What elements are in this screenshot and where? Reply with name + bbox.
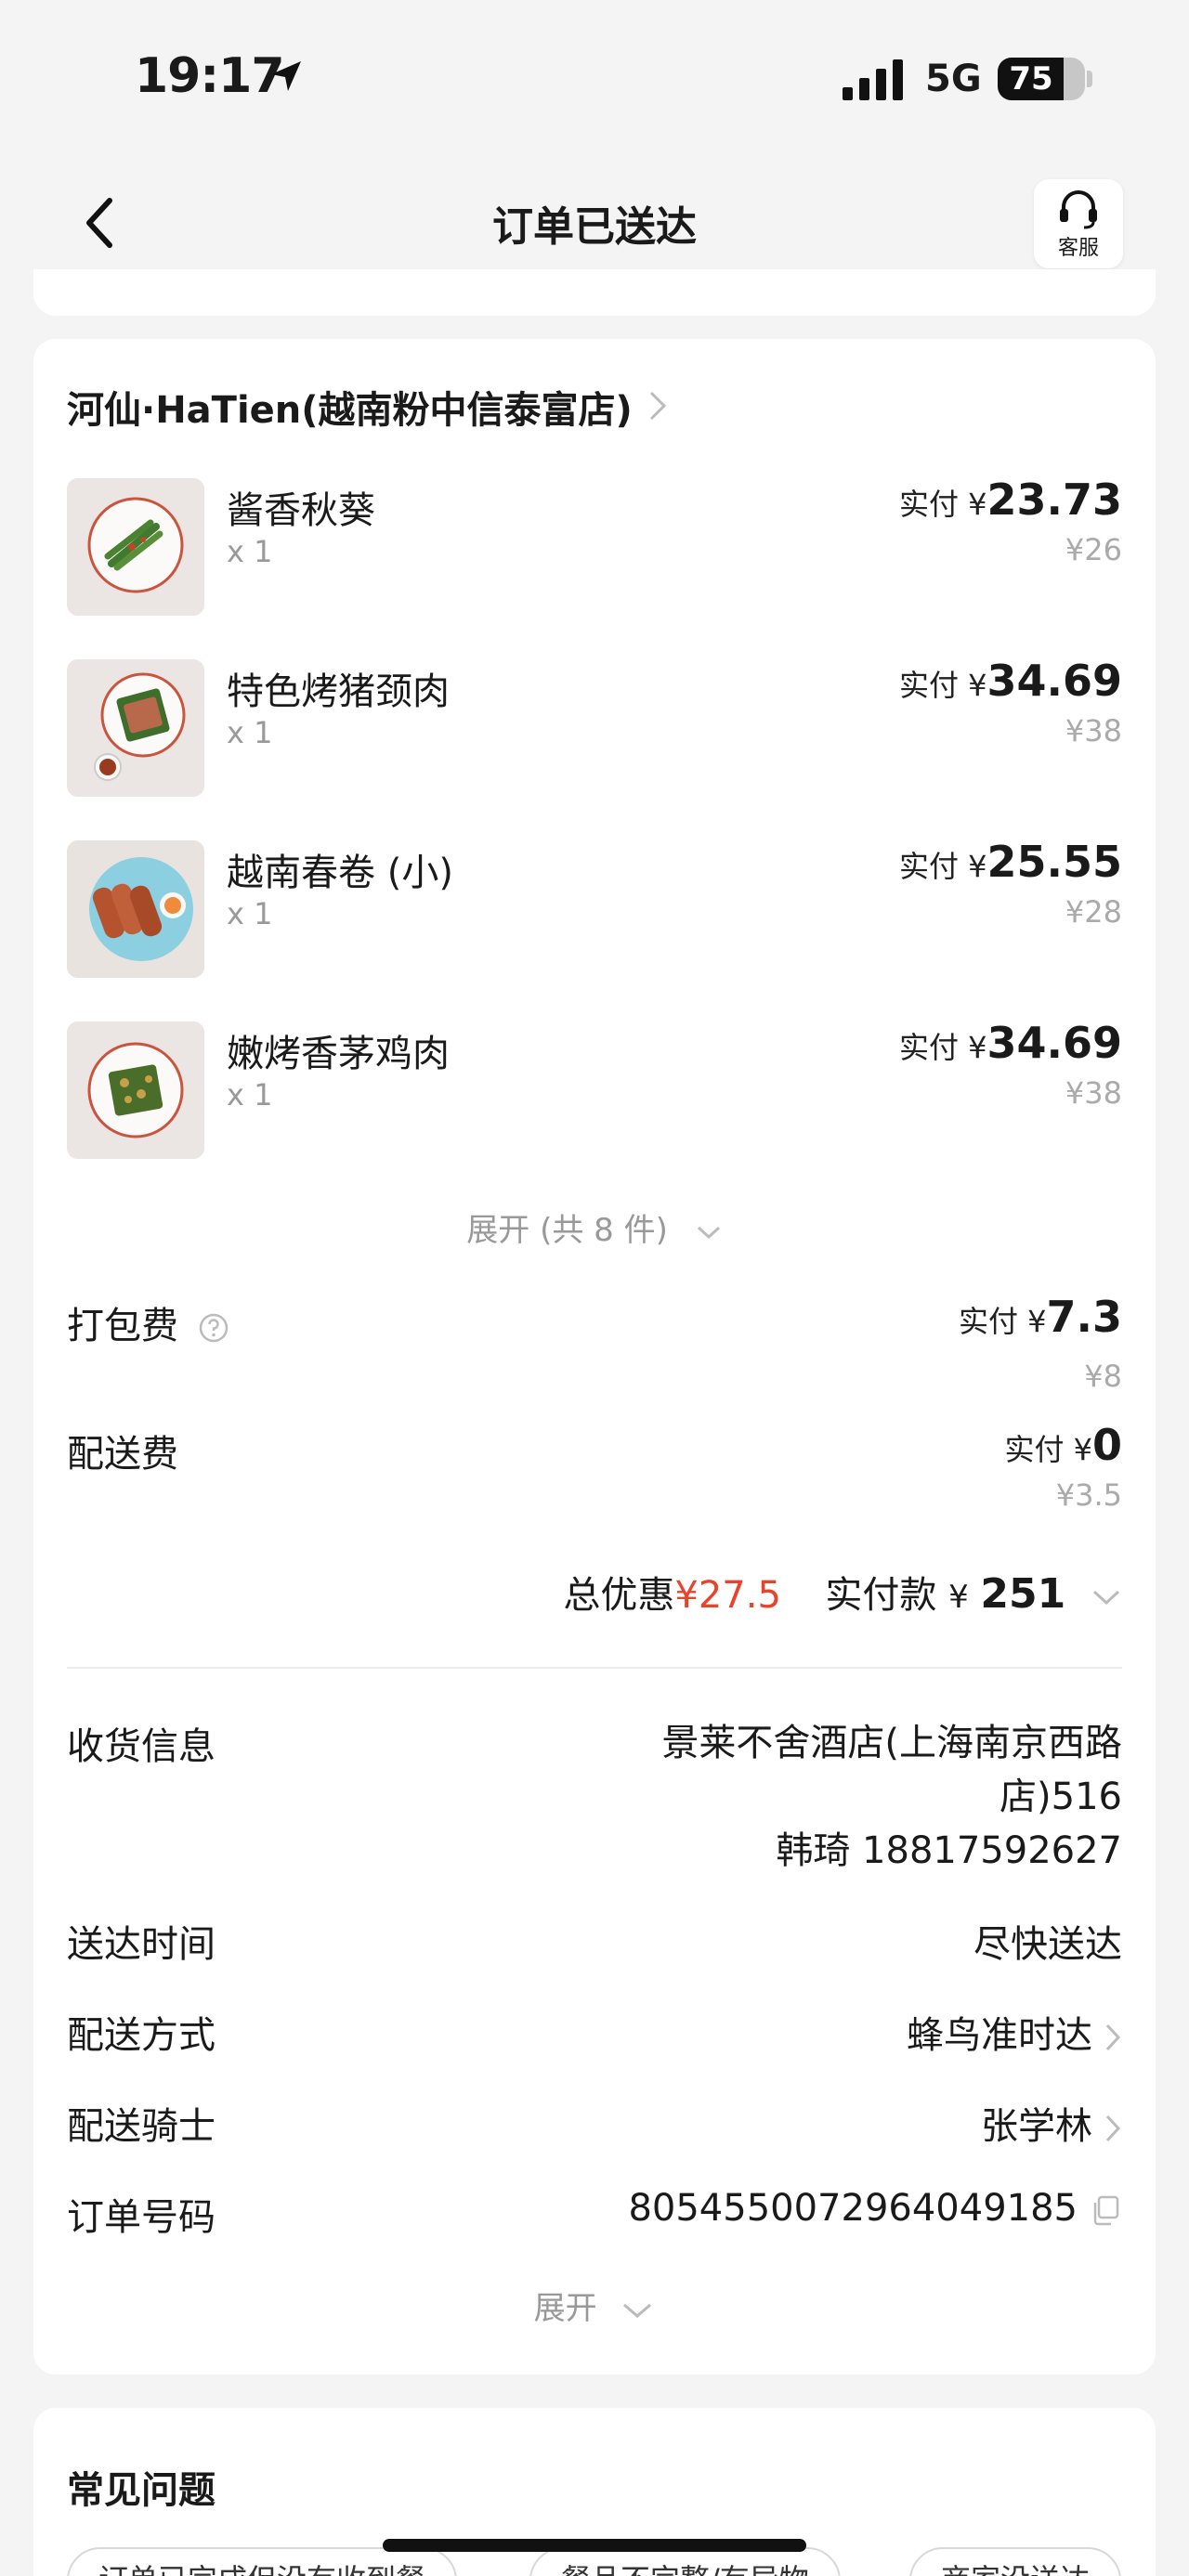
battery-tip: [1087, 71, 1092, 87]
expand-items-button[interactable]: 展开 (共 8 件): [33, 1204, 1156, 1250]
divider: [67, 1667, 1122, 1669]
total-label: 实付款: [825, 1574, 937, 1617]
total-value: 251: [980, 1570, 1066, 1618]
battery-level: 75: [1009, 60, 1053, 98]
item-quantity: x 1: [227, 534, 273, 569]
paid-amount: 34.69: [986, 656, 1122, 706]
delivery-method-text: 蜂鸟准时达: [907, 2014, 1092, 2057]
order-number-text: 8054550072964049185: [628, 2187, 1078, 2230]
item-paid-price: 实付 ¥34.69: [899, 1018, 1122, 1068]
chevron-down-icon: [697, 1226, 720, 1239]
question-circle-icon[interactable]: [198, 1312, 229, 1344]
delivery-time-value: 尽快送达: [973, 1923, 1122, 1966]
delivery-fee-original: ¥3.5: [1055, 1477, 1122, 1513]
delivery-method-value[interactable]: 蜂鸟准时达: [907, 2005, 1122, 2059]
packing-fee-original: ¥8: [1084, 1359, 1122, 1394]
delivery-fee-label: 配送费: [67, 1433, 178, 1476]
item-original-price: ¥38: [1065, 1075, 1122, 1111]
item-original-price: ¥28: [1065, 894, 1122, 930]
item-original-price: ¥26: [1065, 532, 1122, 567]
page-title: 订单已送达: [492, 203, 697, 251]
shop-name[interactable]: 河仙·HaTien(越南粉中信泰富店): [67, 380, 633, 434]
status-bar: 19:17 5G 75: [0, 0, 1189, 158]
chevron-right-icon: [1105, 2114, 1121, 2142]
grilled-pork-neck-image: [67, 659, 204, 797]
paid-amount: 25.55: [986, 837, 1122, 887]
order-item[interactable]: 越南春卷 (小) x 1 实付 ¥25.55 ¥28: [33, 837, 1156, 980]
item-quantity: x 1: [227, 1077, 273, 1112]
chevron-down-icon: [623, 2303, 652, 2318]
item-name: 越南春卷 (小): [227, 852, 453, 894]
total-currency: ¥: [948, 1579, 969, 1616]
delivery-time-label: 送达时间: [67, 1923, 216, 1966]
faq-title: 常见问题: [67, 2469, 216, 2512]
order-item[interactable]: 酱香秋葵 x 1 实付 ¥23.73 ¥26: [33, 475, 1156, 618]
item-quantity: x 1: [227, 896, 273, 931]
rider-label: 配送骑士: [67, 2105, 216, 2148]
expand-info-button[interactable]: 展开: [33, 2283, 1156, 2328]
paid-prefix: 实付 ¥: [898, 668, 987, 703]
item-quantity: x 1: [227, 715, 273, 750]
packing-fee-label: 打包费: [67, 1295, 229, 1349]
okra-dish-image: [67, 478, 204, 616]
recipient-line: 韩琦 18817592627: [776, 1829, 1122, 1872]
item-paid-price: 实付 ¥23.73: [899, 475, 1122, 525]
address-label: 收货信息: [67, 1725, 216, 1768]
order-item[interactable]: 嫩烤香茅鸡肉 x 1 实付 ¥34.69 ¥38: [33, 1018, 1156, 1161]
item-name: 嫩烤香茅鸡肉: [227, 1033, 450, 1075]
expand-items-label: 展开 (共 8 件): [466, 1212, 668, 1249]
address-line: 景莱不舍酒店(上海南京西路店)516: [661, 1722, 1122, 1818]
rider-value[interactable]: 张学林: [981, 2096, 1122, 2150]
network-type: 5G: [925, 58, 982, 100]
lemongrass-chicken-image: [67, 1021, 204, 1159]
paid-amount: 0: [1091, 1420, 1122, 1470]
chevron-right-icon: [1105, 2023, 1121, 2051]
headset-icon: [1060, 190, 1097, 229]
delivery-fee-paid: 实付 ¥0: [1004, 1420, 1122, 1470]
customer-service-label: 客服: [1057, 237, 1099, 260]
paid-prefix: 实付 ¥: [958, 1304, 1047, 1339]
rider-name: 张学林: [981, 2105, 1092, 2148]
nav-bar: 订单已送达 客服: [0, 158, 1189, 288]
home-indicator[interactable]: [383, 2539, 806, 2552]
item-paid-price: 实付 ¥25.55: [899, 837, 1122, 887]
item-original-price: ¥38: [1065, 713, 1122, 748]
packing-fee-text: 打包费: [67, 1305, 178, 1347]
location-arrow-icon: [271, 61, 301, 91]
packing-fee-paid: 实付 ¥7.3: [959, 1292, 1122, 1342]
discount-label: 总优惠: [563, 1574, 675, 1617]
order-number-value: 8054550072964049185: [628, 2187, 1122, 2230]
copy-icon[interactable]: [1089, 2193, 1122, 2227]
status-time: 19:17: [135, 48, 285, 104]
faq-chip[interactable]: 商家没送达: [909, 2547, 1122, 2576]
item-name: 酱香秋葵: [227, 489, 375, 532]
spring-rolls-image: [67, 840, 204, 978]
discount-value: ¥27.5: [674, 1574, 781, 1617]
paid-prefix: 实付 ¥: [898, 487, 987, 522]
order-card: 河仙·HaTien(越南粉中信泰富店) 酱香秋葵 x 1 实付 ¥23.73 ¥…: [33, 339, 1156, 2374]
order-item[interactable]: 特色烤猪颈肉 x 1 实付 ¥34.69 ¥38: [33, 656, 1156, 799]
paid-amount: 34.69: [986, 1018, 1122, 1068]
order-summary[interactable]: 总优惠¥27.5 实付款 ¥ 251: [563, 1565, 1122, 1619]
previous-card-bottom: [33, 269, 1156, 316]
cellular-signal-icon: [843, 59, 903, 100]
item-paid-price: 实付 ¥34.69: [899, 656, 1122, 706]
paid-prefix: 实付 ¥: [898, 1030, 987, 1065]
paid-prefix: 实付 ¥: [1004, 1432, 1092, 1467]
paid-amount: 7.3: [1046, 1292, 1123, 1342]
item-name: 特色烤猪颈肉: [227, 670, 450, 713]
address-value: 景莱不舍酒店(上海南京西路店)516 韩琦 18817592627: [602, 1716, 1122, 1878]
order-number-label: 订单号码: [67, 2196, 216, 2239]
expand-info-label: 展开: [533, 2290, 597, 2327]
customer-service-button[interactable]: 客服: [1034, 179, 1123, 268]
paid-prefix: 实付 ¥: [898, 849, 987, 884]
paid-amount: 23.73: [986, 475, 1122, 525]
delivery-method-label: 配送方式: [67, 2014, 216, 2057]
battery-icon: 75: [998, 58, 1085, 100]
chevron-right-icon[interactable]: [647, 389, 669, 423]
chevron-down-icon: [1092, 1590, 1120, 1606]
